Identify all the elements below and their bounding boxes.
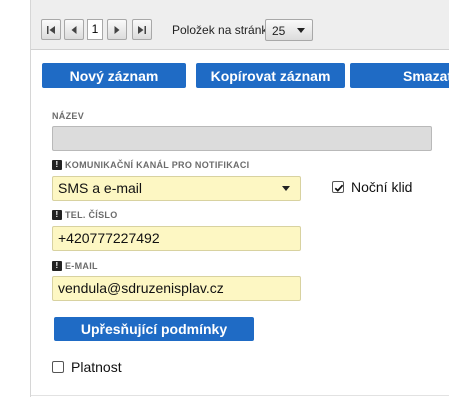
next-page-icon <box>114 25 120 34</box>
pager: 1 Položek na stránku 25 <box>31 0 449 50</box>
check-icon <box>334 184 344 192</box>
name-label-text: NÁZEV <box>52 111 85 121</box>
prev-page-button[interactable] <box>64 19 84 40</box>
quiet-hours-checkbox[interactable] <box>332 181 344 193</box>
first-page-button[interactable] <box>41 19 61 40</box>
validity-checkbox[interactable] <box>52 361 64 373</box>
per-page-value: 25 <box>272 24 286 38</box>
per-page-select[interactable]: 25 <box>265 19 313 41</box>
channel-label-text: KOMUNIKAČNÍ KANÁL PRO NOTIFIKACI <box>65 160 250 170</box>
email-label: ! E-MAIL <box>52 261 98 271</box>
conditions-button[interactable]: Upřesňující podmínky <box>54 317 254 341</box>
quiet-hours-checkbox-row[interactable]: Noční klid <box>332 179 412 195</box>
channel-select[interactable]: SMS a e-mail <box>52 176 301 201</box>
channel-select-value: SMS a e-mail <box>58 180 143 196</box>
copy-record-button[interactable]: Kopírovat záznam <box>196 63 345 88</box>
phone-label: ! TEL. ČÍSLO <box>52 210 118 220</box>
email-label-text: E-MAIL <box>65 261 98 271</box>
quiet-hours-label: Noční klid <box>351 179 413 195</box>
bottom-divider <box>31 395 449 396</box>
name-label: NÁZEV <box>52 111 84 121</box>
last-page-icon <box>138 25 146 34</box>
per-page-label: Položek na stránku <box>172 23 275 37</box>
first-page-icon <box>47 25 55 34</box>
name-field[interactable] <box>52 126 432 151</box>
chevron-down-icon <box>297 28 305 33</box>
left-border <box>30 0 31 397</box>
last-page-button[interactable] <box>132 19 152 40</box>
page-number-input[interactable]: 1 <box>87 19 103 40</box>
phone-field[interactable]: +420777227492 <box>52 226 301 251</box>
required-icon: ! <box>52 160 62 170</box>
channel-label: ! KOMUNIKAČNÍ KANÁL PRO NOTIFIKACI <box>52 160 249 170</box>
new-record-button[interactable]: Nový záznam <box>42 63 186 88</box>
delete-record-button[interactable]: Smazat <box>350 63 449 88</box>
validity-label: Platnost <box>71 359 122 375</box>
next-page-button[interactable] <box>107 19 127 40</box>
validity-checkbox-row[interactable]: Platnost <box>52 359 122 375</box>
required-icon: ! <box>52 210 62 220</box>
phone-label-text: TEL. ČÍSLO <box>65 210 118 220</box>
prev-page-icon <box>71 25 77 34</box>
chevron-down-icon <box>282 186 290 191</box>
email-field[interactable]: vendula@sdruzenisplav.cz <box>52 276 301 301</box>
required-icon: ! <box>52 261 62 271</box>
